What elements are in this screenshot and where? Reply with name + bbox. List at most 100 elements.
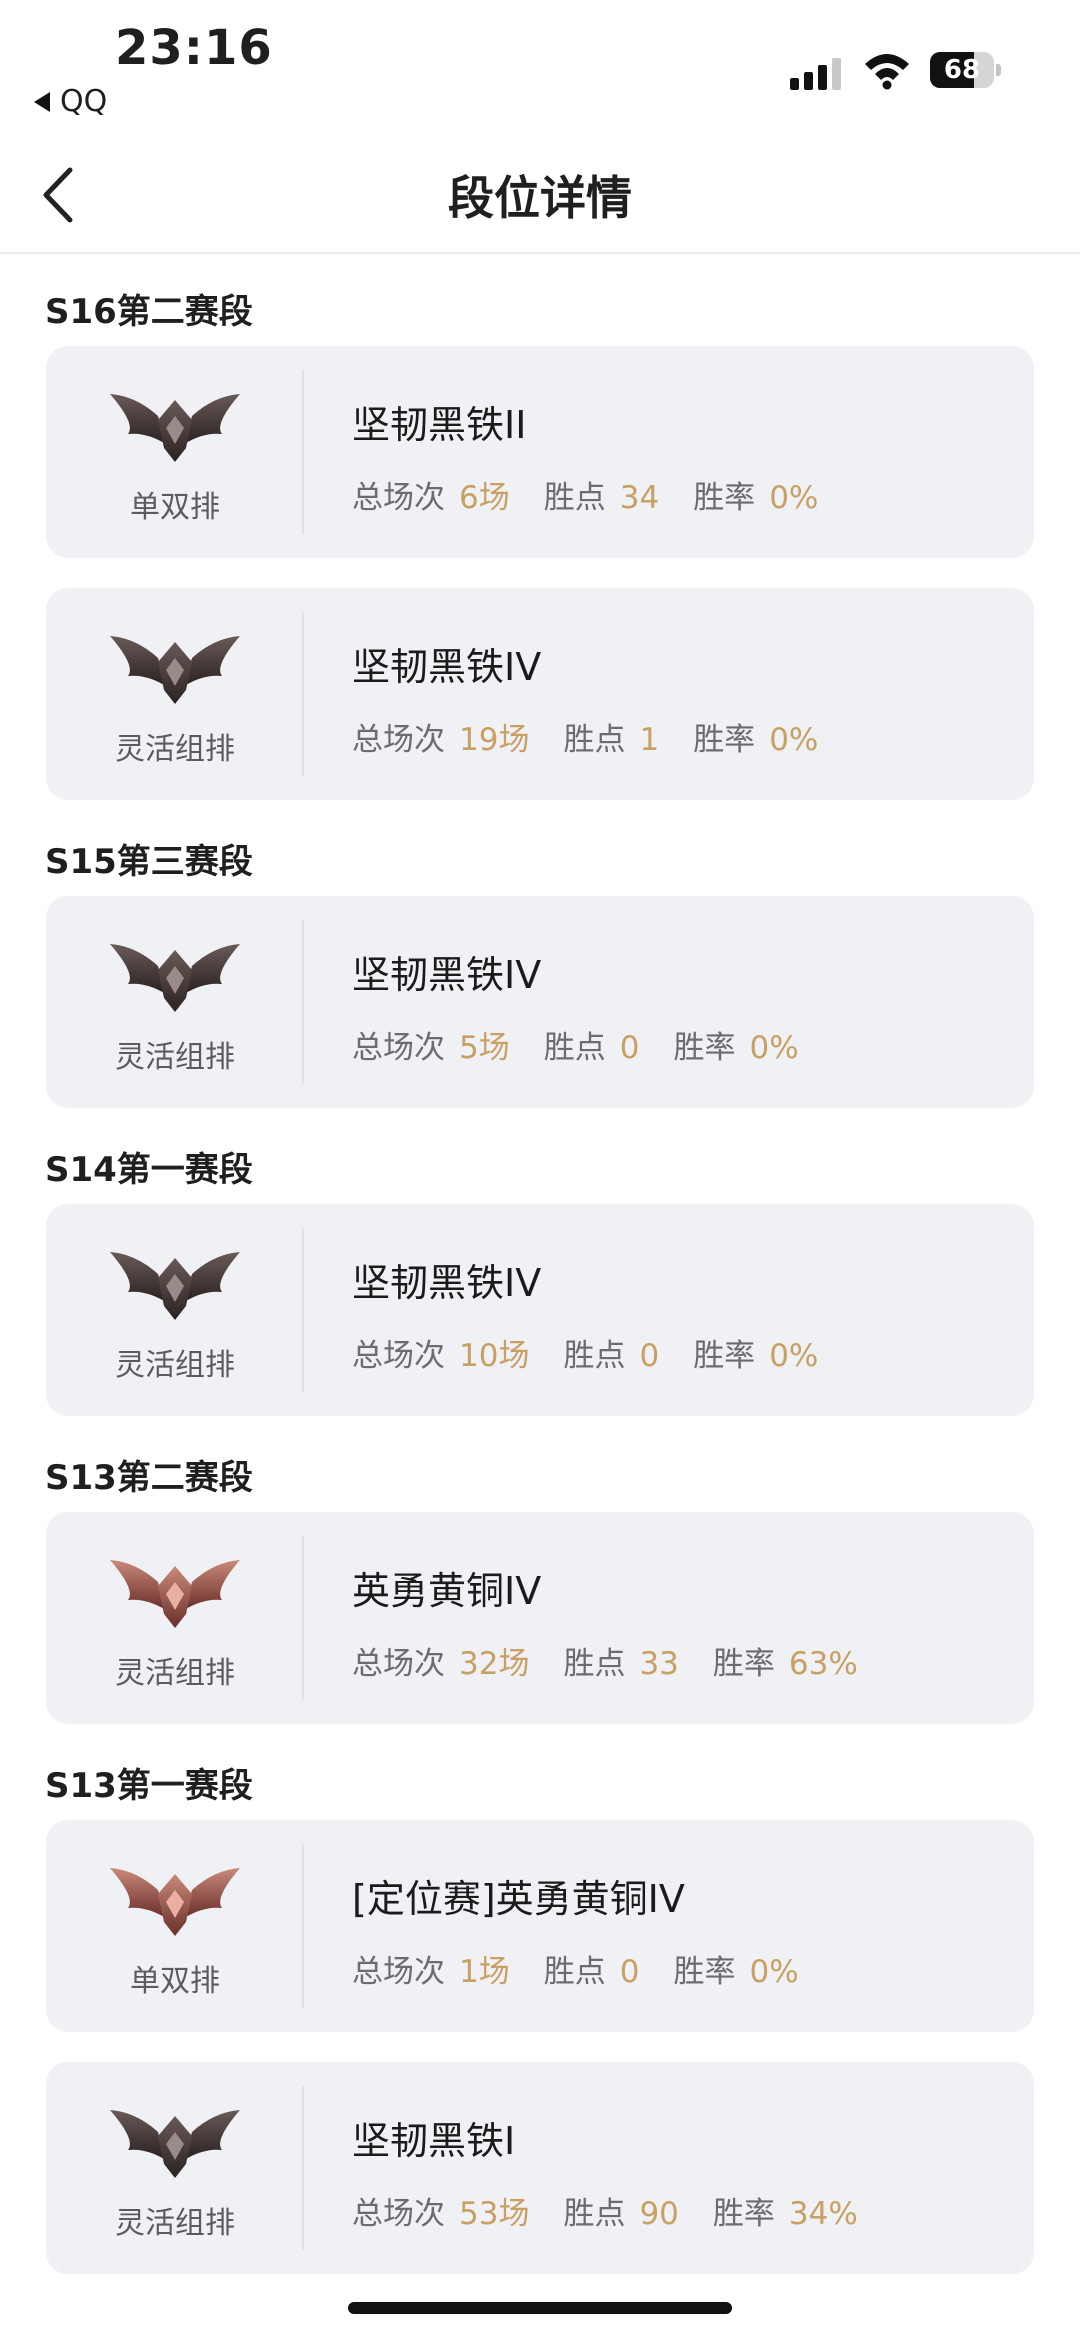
win-rate-value: 0%: [769, 722, 819, 758]
league-points-label: 胜点: [543, 1030, 606, 1066]
status-time: 23:16: [115, 20, 273, 76]
total-games-label: 总场次: [352, 2196, 445, 2232]
total-games-value: 19场: [459, 722, 530, 758]
rank-stats: 总场次 1场 胜点 0 胜率 0%: [352, 1946, 799, 1991]
rank-card[interactable]: 单双排 [定位赛]英勇黄铜IV 总场次 1场 胜点 0 胜率 0%: [46, 1820, 1034, 2032]
total-games-value: 5场: [459, 1030, 510, 1066]
rank-name: 英勇黄铜IV: [352, 1569, 542, 1613]
win-rate-label: 胜率: [673, 1954, 736, 1990]
rank-card[interactable]: 灵活组排 坚韧黑铁IV 总场次 5场 胜点 0 胜率 0%: [46, 896, 1034, 1108]
win-rate-value: 0%: [769, 1338, 819, 1374]
season-title: S16第二赛段: [45, 292, 253, 332]
queue-mode-label: 灵活组排: [115, 1348, 235, 1383]
total-games-value: 32场: [459, 1646, 530, 1682]
iron-emblem-icon: [106, 2102, 244, 2182]
league-points-value: 90: [639, 2196, 679, 2232]
win-rate-value: 0%: [769, 480, 819, 516]
back-app-label: QQ: [60, 84, 108, 119]
rank-name: [定位赛]英勇黄铜IV: [352, 1877, 685, 1921]
battery-level: 68: [943, 55, 981, 85]
bronze-emblem-icon: [106, 1860, 244, 1940]
total-games-value: 1场: [459, 1954, 510, 1990]
league-points-value: 1: [639, 722, 660, 758]
iron-emblem-icon: [106, 1244, 244, 1324]
card-divider: [302, 612, 304, 776]
rank-name: 坚韧黑铁IV: [352, 953, 542, 997]
total-games-label: 总场次: [352, 480, 445, 516]
rank-stats: 总场次 10场 胜点 0 胜率 0%: [352, 1330, 818, 1375]
total-games-value: 6场: [459, 480, 510, 516]
rank-name: 坚韧黑铁II: [352, 403, 527, 447]
rank-stats: 总场次 32场 胜点 33 胜率 63%: [352, 1638, 858, 1683]
win-rate-value: 34%: [788, 2196, 858, 2232]
rank-stats: 总场次 6场 胜点 34 胜率 0%: [352, 472, 818, 517]
win-rate-label: 胜率: [693, 480, 756, 516]
win-rate-label: 胜率: [712, 1646, 775, 1682]
league-points-value: 0: [619, 1030, 640, 1066]
season-title: S14第一赛段: [45, 1150, 253, 1190]
rank-stats: 总场次 53场 胜点 90 胜率 34%: [352, 2188, 858, 2233]
back-to-app-link[interactable]: QQ: [34, 84, 107, 119]
card-divider: [302, 1536, 304, 1700]
league-points-value: 34: [619, 480, 660, 516]
total-games-label: 总场次: [352, 1030, 445, 1066]
back-triangle-icon: [34, 91, 50, 112]
league-points-value: 0: [619, 1954, 640, 1990]
total-games-label: 总场次: [352, 1646, 445, 1682]
win-rate-value: 0%: [749, 1954, 799, 1990]
league-points-value: 0: [639, 1338, 660, 1374]
league-points-label: 胜点: [563, 1646, 626, 1682]
queue-mode-label: 灵活组排: [115, 1656, 235, 1691]
rank-card[interactable]: 灵活组排 英勇黄铜IV 总场次 32场 胜点 33 胜率 63%: [46, 1512, 1034, 1724]
cellular-signal-icon: [790, 56, 841, 90]
card-divider: [302, 2086, 304, 2250]
league-points-label: 胜点: [563, 722, 626, 758]
win-rate-value: 0%: [749, 1030, 799, 1066]
win-rate-label: 胜率: [693, 722, 756, 758]
win-rate-value: 63%: [788, 1646, 858, 1682]
league-points-label: 胜点: [563, 2196, 626, 2232]
queue-mode-label: 灵活组排: [115, 2206, 235, 2241]
queue-mode-label: 灵活组排: [115, 732, 235, 767]
season-title: S13第二赛段: [45, 1458, 253, 1498]
season-title: S13第一赛段: [45, 1766, 253, 1806]
win-rate-label: 胜率: [693, 1338, 756, 1374]
total-games-value: 53场: [459, 2196, 530, 2232]
rank-name: 坚韧黑铁IV: [352, 1261, 542, 1305]
win-rate-label: 胜率: [712, 2196, 775, 2232]
home-indicator: [348, 2302, 732, 2314]
iron-emblem-icon: [106, 386, 244, 466]
card-divider: [302, 1228, 304, 1392]
season-title: S15第三赛段: [45, 842, 253, 882]
rank-card[interactable]: 灵活组排 坚韧黑铁IV 总场次 19场 胜点 1 胜率 0%: [46, 588, 1034, 800]
league-points-label: 胜点: [563, 1338, 626, 1374]
card-divider: [302, 1844, 304, 2008]
card-divider: [302, 920, 304, 1084]
queue-mode-label: 单双排: [130, 490, 220, 525]
league-points-value: 33: [639, 1646, 679, 1682]
league-points-label: 胜点: [543, 1954, 606, 1990]
rank-card[interactable]: 单双排 坚韧黑铁II 总场次 6场 胜点 34 胜率 0%: [46, 346, 1034, 558]
iron-emblem-icon: [106, 628, 244, 708]
navigation-bar: 段位详情: [0, 140, 1080, 254]
wifi-icon: [865, 54, 909, 90]
total-games-label: 总场次: [352, 1338, 445, 1374]
page-title: 段位详情: [448, 171, 632, 225]
rank-name: 坚韧黑铁IV: [352, 645, 542, 689]
total-games-label: 总场次: [352, 1954, 445, 1990]
rank-stats: 总场次 19场 胜点 1 胜率 0%: [352, 714, 818, 759]
rank-name: 坚韧黑铁I: [352, 2119, 516, 2163]
total-games-label: 总场次: [352, 722, 445, 758]
card-divider: [302, 370, 304, 534]
rank-card[interactable]: 灵活组排 坚韧黑铁I 总场次 53场 胜点 90 胜率 34%: [46, 2062, 1034, 2274]
status-bar: 23:16 QQ 68: [0, 0, 1080, 140]
win-rate-label: 胜率: [673, 1030, 736, 1066]
battery-icon: 68: [930, 52, 1002, 88]
bronze-emblem-icon: [106, 1552, 244, 1632]
rank-stats: 总场次 5场 胜点 0 胜率 0%: [352, 1022, 799, 1067]
rank-card[interactable]: 灵活组排 坚韧黑铁IV 总场次 10场 胜点 0 胜率 0%: [46, 1204, 1034, 1416]
league-points-label: 胜点: [543, 480, 606, 516]
total-games-value: 10场: [459, 1338, 530, 1374]
queue-mode-label: 单双排: [130, 1964, 220, 1999]
iron-emblem-icon: [106, 936, 244, 1016]
